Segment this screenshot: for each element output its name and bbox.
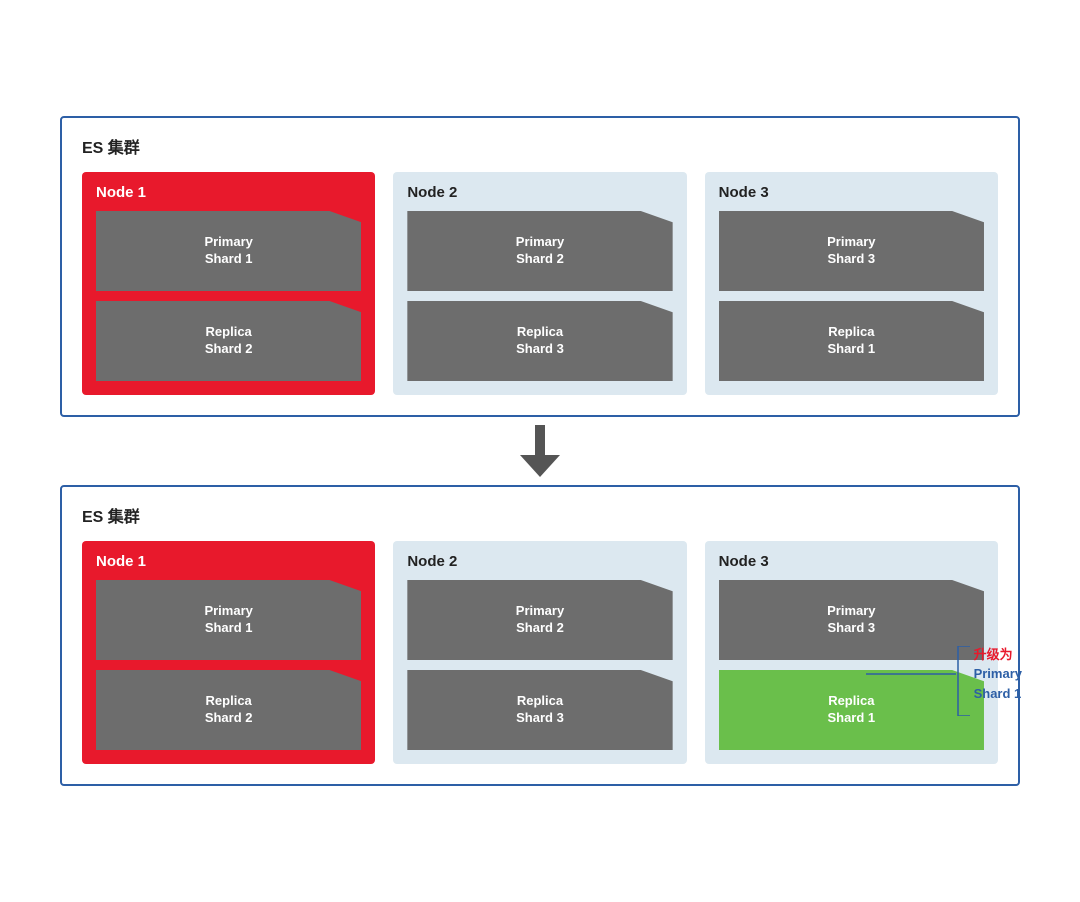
bot-ps1: PrimaryShard 1	[96, 580, 361, 660]
annotation-group: 升级为 Primary Shard 1	[866, 632, 1022, 716]
bot-rs3: ReplicaShard 3	[407, 670, 672, 750]
bot-node1: Node 1 PrimaryShard 1 ReplicaShard 2	[82, 541, 375, 764]
top-node3: Node 3 PrimaryShard 3 ReplicaShard 1	[705, 172, 998, 395]
top-cluster: ES 集群 Node 1 PrimaryShard 1 ReplicaShard…	[60, 116, 1020, 417]
bottom-cluster: ES 集群 Node 1 PrimaryShard 1 ReplicaShard…	[60, 485, 1020, 786]
top-rs1: ReplicaShard 1	[719, 301, 984, 381]
annotation-text: 升级为 Primary Shard 1	[974, 645, 1022, 704]
arrow	[520, 427, 560, 475]
top-ps2: PrimaryShard 2	[407, 211, 672, 291]
annotation-h-line	[866, 673, 956, 675]
bot-node2-label: Node 2	[407, 553, 672, 570]
top-node1-label: Node 1	[96, 184, 361, 201]
top-node3-label: Node 3	[719, 184, 984, 201]
diagram-container: ES 集群 Node 1 PrimaryShard 1 ReplicaShard…	[40, 96, 1040, 806]
top-node1: Node 1 PrimaryShard 1 ReplicaShard 2	[82, 172, 375, 395]
top-nodes-row: Node 1 PrimaryShard 1 ReplicaShard 2 Nod…	[82, 172, 998, 395]
annotation-bracket	[956, 646, 970, 716]
top-cluster-label: ES 集群	[82, 134, 998, 158]
bot-node3-label: Node 3	[719, 553, 984, 570]
top-rs3: ReplicaShard 3	[407, 301, 672, 381]
bottom-nodes-row: Node 1 PrimaryShard 1 ReplicaShard 2 Nod…	[82, 541, 998, 764]
top-node1-shards: PrimaryShard 1 ReplicaShard 2	[96, 211, 361, 381]
bottom-cluster-label: ES 集群	[82, 503, 998, 527]
top-rs2: ReplicaShard 2	[96, 301, 361, 381]
top-node2-shards: PrimaryShard 2 ReplicaShard 3	[407, 211, 672, 381]
arrow-shape	[520, 425, 560, 477]
bot-ps2: PrimaryShard 2	[407, 580, 672, 660]
bot-node1-shards: PrimaryShard 1 ReplicaShard 2	[96, 580, 361, 750]
top-ps3: PrimaryShard 3	[719, 211, 984, 291]
top-node3-shards: PrimaryShard 3 ReplicaShard 1	[719, 211, 984, 381]
arrow-shaft	[535, 425, 545, 455]
bot-node2: Node 2 PrimaryShard 2 ReplicaShard 3	[393, 541, 686, 764]
bot-node2-shards: PrimaryShard 2 ReplicaShard 3	[407, 580, 672, 750]
bot-rs2: ReplicaShard 2	[96, 670, 361, 750]
top-node2-label: Node 2	[407, 184, 672, 201]
bot-node1-label: Node 1	[96, 553, 361, 570]
top-node2: Node 2 PrimaryShard 2 ReplicaShard 3	[393, 172, 686, 395]
arrow-head	[520, 455, 560, 477]
top-ps1: PrimaryShard 1	[96, 211, 361, 291]
